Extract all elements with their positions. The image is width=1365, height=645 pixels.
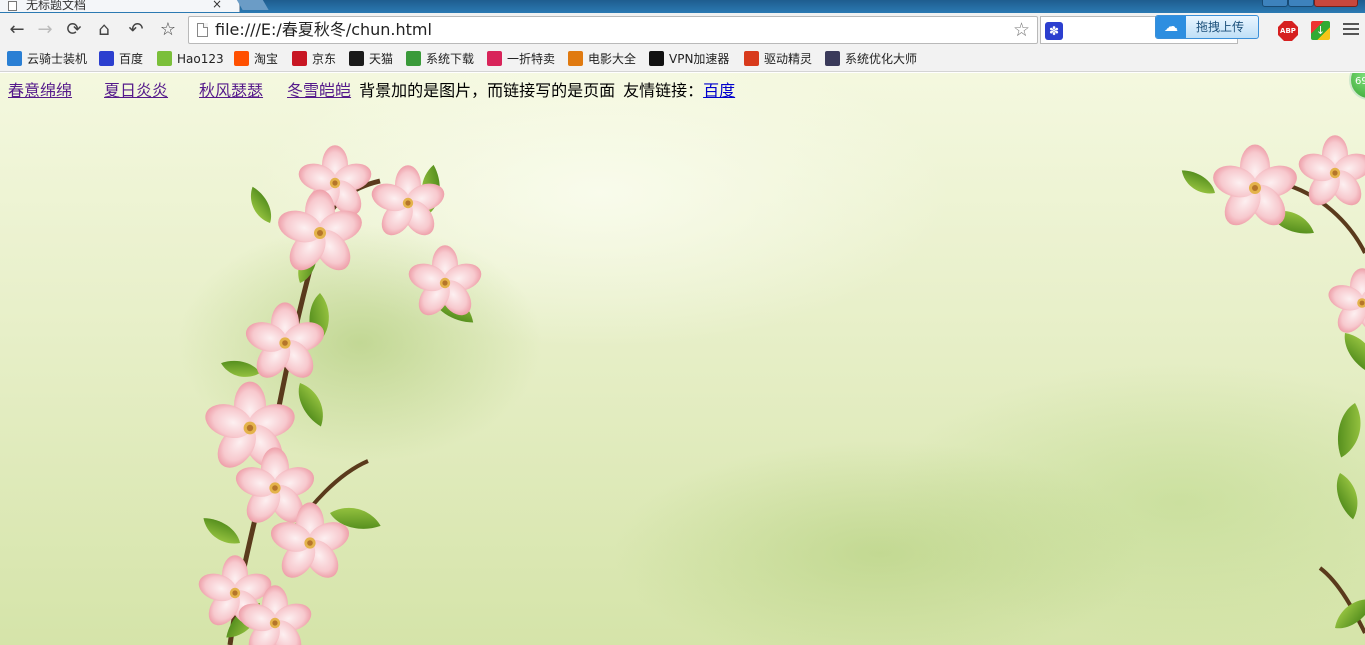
bookmark-label: 淘宝	[254, 52, 279, 66]
bookmark-label: 一折特卖	[507, 52, 556, 66]
description-text: 背景加的是图片，而链接写的是页面	[359, 81, 616, 100]
bookmark-label: 京东	[312, 52, 337, 66]
address-bar[interactable]: file:///E:/春夏秋冬/chun.html ☆	[188, 16, 1038, 44]
optimizer-icon	[825, 51, 840, 66]
menu-icon[interactable]	[1343, 20, 1359, 40]
taobao-icon	[234, 51, 249, 66]
back-button[interactable]: ←	[6, 20, 28, 40]
bookmark-item[interactable]: 百度	[99, 51, 143, 69]
minimize-button[interactable]	[1262, 0, 1288, 7]
bookmark-label: Hao123	[177, 52, 224, 66]
bookmark-label: 百度	[119, 52, 144, 66]
bookmark-label: 驱动精灵	[764, 52, 813, 66]
bookmark-star-button[interactable]: ☆	[157, 20, 179, 40]
blossom-decoration	[195, 135, 1365, 645]
maximize-button[interactable]	[1288, 0, 1314, 7]
link-summer[interactable]: 夏日炎炎	[104, 81, 168, 100]
bookmark-item[interactable]: 云骑士装机	[7, 51, 87, 69]
driver-icon	[744, 51, 759, 66]
star-icon[interactable]: ☆	[1013, 19, 1030, 41]
bookmark-label: 云骑士装机	[27, 52, 88, 66]
bookmark-label: 系统下载	[426, 52, 475, 66]
friend-link-label: 友情链接：	[623, 81, 704, 100]
reload-button[interactable]: ⟳	[63, 20, 85, 40]
link-autumn[interactable]: 秋风瑟瑟	[199, 81, 263, 100]
bookmark-item[interactable]: 系统下载	[406, 51, 474, 69]
upload-label: 拖拽上传	[1196, 20, 1245, 34]
bookmark-label: 天猫	[369, 52, 394, 66]
title-bar: 无标题文档 ×	[0, 0, 1365, 13]
bookmarks-bar: 云骑士装机 百度 Hao123 淘宝 京东 天猫 系统下载 一折特卖 电影大全 VPN加速器 驱动精…	[0, 47, 1365, 72]
bookmark-item[interactable]: 一折特卖	[487, 51, 555, 69]
baidu-paw-icon[interactable]: ✽	[1045, 22, 1063, 40]
tmall-icon	[349, 51, 364, 66]
link-baidu[interactable]: 百度	[703, 81, 735, 100]
drag-upload-button[interactable]: ☁ 拖拽上传	[1155, 15, 1259, 39]
browser-tab[interactable]: 无标题文档 ×	[0, 0, 240, 12]
close-window-button[interactable]	[1314, 0, 1358, 7]
forward-button[interactable]: →	[34, 20, 56, 40]
browser-toolbar: ← → ⟳ ⌂ ↶ ☆ file:///E:/春夏秋冬/chun.html ☆ …	[0, 13, 1365, 47]
bookmark-item[interactable]: 京东	[292, 51, 336, 69]
undo-button[interactable]: ↶	[125, 20, 147, 40]
cloud-icon: ☁	[1156, 16, 1186, 38]
page-content: 春意绵绵 夏日炎炎 秋风瑟瑟 冬雪皑皑 背景加的是图片，而链接写的是页面 友情链接：百度 …	[0, 73, 1365, 645]
adblock-icon[interactable]: ABP	[1278, 21, 1298, 41]
bookmark-item[interactable]: 天猫	[349, 51, 393, 69]
url-text[interactable]: file:///E:/春夏秋冬/chun.html	[215, 20, 432, 40]
vpn-icon	[649, 51, 664, 66]
bookmark-label: VPN加速器	[669, 52, 730, 66]
hao123-icon	[157, 51, 172, 66]
chrome-icon	[406, 51, 421, 66]
bookmark-item[interactable]: 系统优化大师	[825, 51, 917, 69]
cloud-knight-icon	[7, 51, 22, 66]
bookmark-item[interactable]: VPN加速器	[649, 51, 729, 69]
bookmark-item[interactable]: 驱动精灵	[744, 51, 812, 69]
bookmark-item[interactable]: 淘宝	[234, 51, 278, 69]
extension-icon[interactable]: ↓	[1311, 21, 1330, 40]
bookmark-item[interactable]: 电影大全	[568, 51, 636, 69]
sale-icon	[487, 51, 502, 66]
page-icon	[8, 1, 17, 11]
tab-title: 无标题文档	[26, 0, 87, 12]
jd-icon	[292, 51, 307, 66]
bookmark-item[interactable]: Hao123	[157, 51, 224, 69]
bookmark-label: 电影大全	[588, 52, 637, 66]
score-badge[interactable]: 69	[1349, 73, 1365, 100]
bookmark-label: 系统优化大师	[845, 52, 918, 66]
baidu-paw-icon	[99, 51, 114, 66]
file-icon	[197, 23, 208, 37]
home-button[interactable]: ⌂	[93, 20, 115, 40]
link-spring[interactable]: 春意绵绵	[8, 81, 72, 100]
link-winter[interactable]: 冬雪皑皑	[287, 81, 351, 100]
film-icon	[568, 51, 583, 66]
tab-close-button[interactable]: ×	[212, 0, 222, 10]
nav-links: 春意绵绵 夏日炎炎 秋风瑟瑟 冬雪皑皑 背景加的是图片，而链接写的是页面 友情链接：百度	[8, 80, 735, 102]
